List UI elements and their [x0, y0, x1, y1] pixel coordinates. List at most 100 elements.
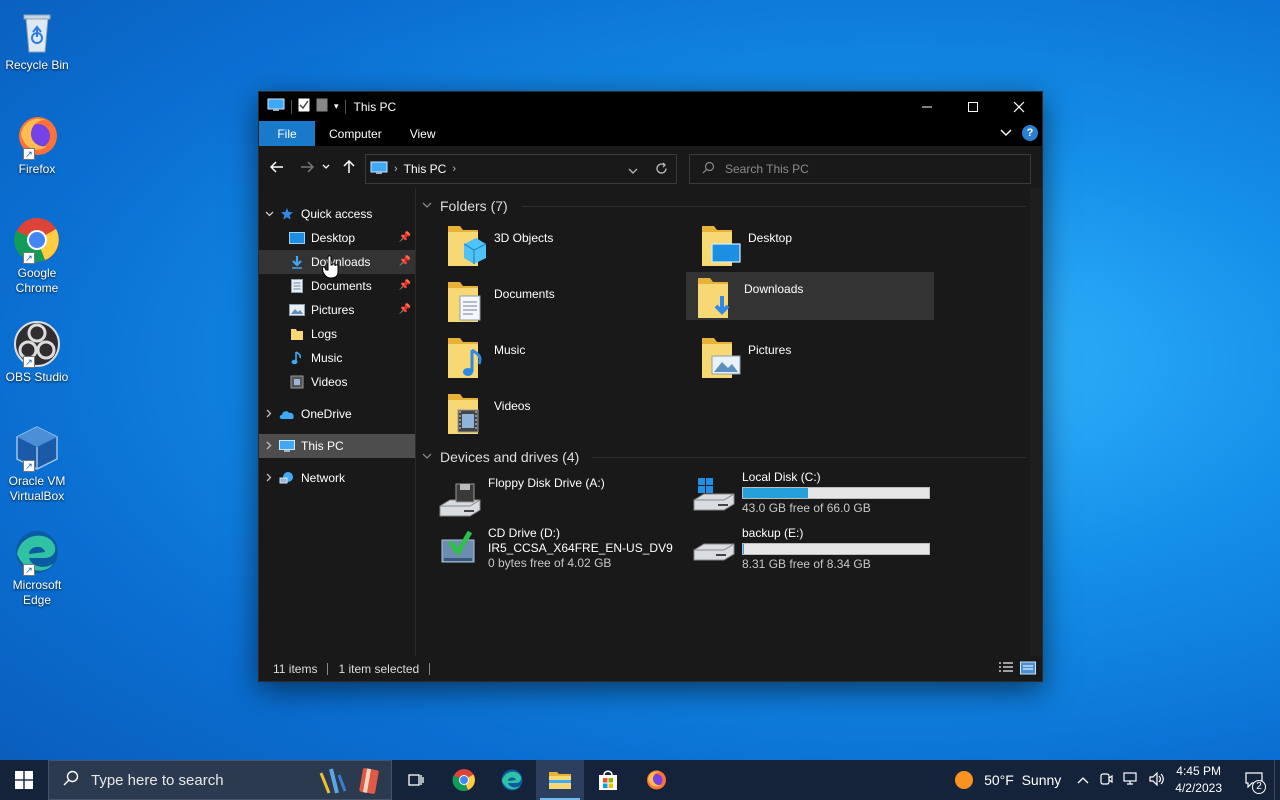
- desktop-icon-recycle-bin[interactable]: Recycle Bin: [2, 8, 72, 73]
- properties-icon[interactable]: [298, 98, 310, 115]
- search-icon: [63, 770, 79, 790]
- nav-item-network[interactable]: Network: [259, 466, 415, 490]
- desktop-icon-microsoft-edge[interactable]: ↗ Microsoft Edge: [2, 528, 72, 608]
- pin-icon[interactable]: 📌: [399, 232, 411, 243]
- scrollbar[interactable]: [1030, 188, 1042, 656]
- drive-cd-d[interactable]: CD Drive (D:) IR5_CCSA_X64FRE_EN-US_DV9 …: [436, 526, 686, 576]
- tab-view[interactable]: View: [396, 121, 450, 146]
- tab-computer[interactable]: Computer: [315, 121, 396, 146]
- address-dropdown-icon[interactable]: [628, 164, 638, 178]
- folder-tile-desktop[interactable]: Desktop: [690, 222, 938, 272]
- customize-toolbar-icon[interactable]: ▾: [334, 101, 339, 112]
- minimize-button[interactable]: [904, 92, 950, 121]
- desktop-icon-virtualbox[interactable]: ↗ Oracle VM VirtualBox: [2, 424, 72, 504]
- system-tray: 50°F Sunny 4:45 PM 4/2/2023 2: [954, 760, 1280, 800]
- group-title: Folders (7): [440, 198, 508, 214]
- expand-ribbon-icon[interactable]: [1000, 126, 1012, 140]
- forward-button[interactable]: [295, 155, 319, 179]
- new-folder-icon[interactable]: [316, 98, 328, 115]
- nav-item-logs[interactable]: Logs: [259, 322, 415, 346]
- breadcrumb-separator-icon[interactable]: ›: [452, 163, 456, 175]
- taskbar-file-explorer[interactable]: [536, 760, 584, 800]
- folder-tile-videos[interactable]: Videos: [436, 390, 684, 440]
- network-status-icon[interactable]: [1123, 771, 1139, 789]
- breadcrumb-separator-icon[interactable]: ›: [394, 163, 398, 175]
- nav-item-music[interactable]: Music: [259, 346, 415, 370]
- maximize-button[interactable]: [950, 92, 996, 121]
- folder-tile-pictures[interactable]: Pictures: [690, 334, 938, 384]
- nav-label: Music: [311, 351, 343, 365]
- onedrive-cloud-icon: [279, 406, 295, 422]
- group-title: Devices and drives (4): [440, 449, 580, 465]
- clock[interactable]: 4:45 PM 4/2/2023: [1175, 763, 1222, 797]
- refresh-icon[interactable]: [655, 162, 668, 178]
- chevron-down-icon[interactable]: [422, 452, 432, 463]
- meet-now-icon[interactable]: [1099, 772, 1113, 789]
- action-center-button[interactable]: 2: [1234, 760, 1274, 800]
- notification-badge: 2: [1252, 780, 1266, 794]
- drive-free-space: 0 bytes free of 4.02 GB: [488, 556, 612, 570]
- chevron-right-icon[interactable]: [259, 409, 279, 420]
- nav-quick-access[interactable]: Quick access: [259, 202, 415, 226]
- pin-icon[interactable]: 📌: [399, 256, 411, 267]
- start-button[interactable]: [0, 760, 48, 800]
- desktop-folder-icon: [289, 230, 305, 246]
- taskbar-microsoft-store[interactable]: [584, 760, 632, 800]
- drive-floppy-a[interactable]: Floppy Disk Drive (A:): [436, 476, 686, 526]
- nav-item-this-pc[interactable]: This PC: [259, 434, 415, 458]
- main-pane[interactable]: Folders (7) 3D Objects Desktop Documents…: [416, 188, 1042, 656]
- breadcrumb-this-pc[interactable]: This PC: [404, 162, 447, 176]
- back-button[interactable]: [265, 155, 289, 179]
- folder-tile-downloads[interactable]: Downloads: [686, 272, 934, 320]
- tiles-view-icon[interactable]: [1020, 661, 1036, 678]
- folder-icon: [289, 326, 305, 342]
- chevron-down-icon[interactable]: [259, 209, 279, 219]
- address-bar[interactable]: › This PC ›: [365, 154, 677, 184]
- pin-icon[interactable]: 📌: [399, 304, 411, 315]
- this-pc-icon: [279, 438, 295, 454]
- status-bar: 11 items 1 item selected: [259, 656, 1042, 681]
- taskbar-edge[interactable]: [488, 760, 536, 800]
- help-icon[interactable]: ?: [1022, 125, 1038, 141]
- folder-tile-music[interactable]: Music: [436, 334, 684, 384]
- weather-widget[interactable]: 50°F Sunny: [954, 770, 1061, 790]
- search-box[interactable]: [689, 154, 1031, 184]
- desktop-icon-label: Firefox: [18, 162, 56, 176]
- recent-locations-button[interactable]: [319, 155, 333, 179]
- search-input[interactable]: [725, 162, 1005, 176]
- folder-tile-3d-objects[interactable]: 3D Objects: [436, 222, 684, 272]
- desktop-icon-google-chrome[interactable]: ↗ Google Chrome: [2, 216, 72, 296]
- shortcut-arrow-icon: ↗: [23, 356, 35, 368]
- nav-item-desktop[interactable]: Desktop 📌: [259, 226, 415, 250]
- chevron-right-icon[interactable]: [259, 473, 279, 484]
- drive-local-disk-c[interactable]: Local Disk (C:) 43.0 GB free of 66.0 GB: [690, 470, 940, 520]
- close-button[interactable]: [996, 92, 1042, 121]
- folder-tile-documents[interactable]: Documents: [436, 278, 684, 328]
- up-button[interactable]: [337, 155, 361, 179]
- drive-backup-e[interactable]: backup (E:) 8.31 GB free of 8.34 GB: [690, 526, 940, 576]
- tab-file[interactable]: File: [259, 121, 315, 146]
- show-desktop-button[interactable]: [1274, 760, 1280, 800]
- chevron-right-icon[interactable]: [259, 441, 279, 452]
- chevron-down-icon[interactable]: [422, 201, 432, 212]
- details-view-icon[interactable]: [998, 661, 1014, 678]
- group-header-devices[interactable]: Devices and drives (4): [422, 449, 579, 465]
- nav-item-onedrive[interactable]: OneDrive: [259, 402, 415, 426]
- group-header-folders[interactable]: Folders (7): [422, 198, 508, 214]
- desktop-icon-obs-studio[interactable]: ↗ OBS Studio: [2, 320, 72, 385]
- taskbar-firefox[interactable]: [632, 760, 680, 800]
- title-bar[interactable]: ▾ This PC: [259, 92, 1042, 121]
- taskbar-chrome[interactable]: [440, 760, 488, 800]
- desktop-icon-firefox[interactable]: ↗ Firefox: [2, 112, 72, 177]
- task-view-button[interactable]: [392, 760, 440, 800]
- show-hidden-icons-chevron-icon[interactable]: [1077, 773, 1089, 787]
- pin-icon[interactable]: 📌: [399, 280, 411, 291]
- drive-name: Floppy Disk Drive (A:): [488, 476, 605, 490]
- capacity-fill: [743, 488, 809, 498]
- desktop-icon-label: OBS Studio: [5, 370, 69, 384]
- nav-item-pictures[interactable]: Pictures 📌: [259, 298, 415, 322]
- taskbar-search-box[interactable]: Type here to search: [48, 760, 392, 800]
- volume-icon[interactable]: [1149, 771, 1165, 789]
- nav-item-videos[interactable]: Videos: [259, 370, 415, 394]
